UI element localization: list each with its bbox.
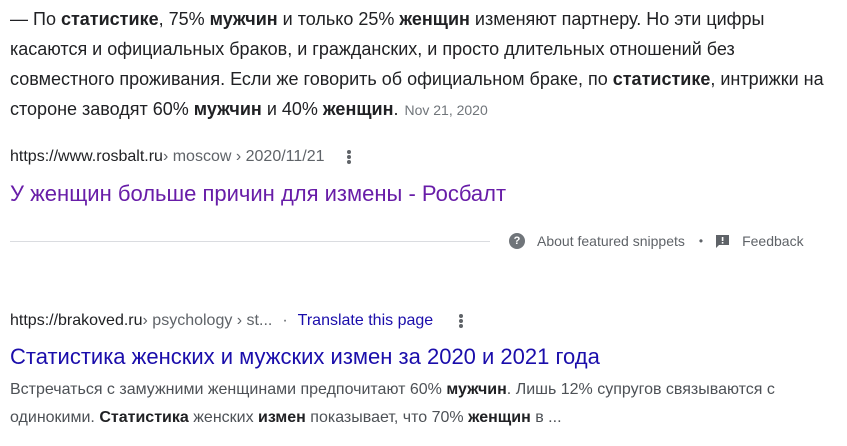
desc-text-part: Встречаться с замужними женщинами предпо… [10, 381, 447, 398]
more-vert-icon[interactable] [459, 314, 464, 328]
snippet-bold-term: мужчин [209, 9, 278, 29]
snippet-text-part: — По [10, 9, 61, 29]
featured-snippet-text: — По статистике, 75% мужчин и только 25%… [10, 4, 830, 125]
desc-text-part: показывает, что 70% [305, 409, 469, 426]
snippet-bold-term: статистике [60, 9, 159, 29]
snippet-bold-term: женщин [322, 99, 394, 119]
cite-separator: · [282, 312, 288, 329]
desc-bold-term: мужчин [446, 381, 507, 398]
snippet-title-link[interactable]: У женщин больше причин для измены - Росб… [10, 180, 506, 208]
desc-bold-term: измен [258, 409, 306, 426]
cite-domain: https://www.rosbalt.ru [10, 148, 163, 165]
footer-separator: • [698, 234, 704, 248]
feedback-flag-icon [716, 234, 730, 248]
desc-text-part: женских [188, 409, 259, 426]
about-featured-snippets-link[interactable]: About featured snippets [537, 233, 685, 249]
snippet-cite[interactable]: https://www.rosbalt.ru › moscow › 2020/1… [10, 148, 351, 166]
translate-page-link[interactable]: Translate this page [298, 312, 433, 330]
divider [10, 241, 490, 242]
feedback-link[interactable]: Feedback [742, 233, 803, 249]
desc-bold-term: Статистика [99, 409, 189, 426]
desc-bold-term: женщин [468, 409, 531, 426]
snippet-footer: ? About featured snippets • Feedback [509, 233, 804, 249]
snippet-bold-term: статистике [612, 69, 711, 89]
cite-path: › psychology › st... [142, 312, 273, 329]
cite-domain: https://brakoved.ru [10, 312, 143, 329]
desc-text-part: в ... [530, 409, 562, 426]
question-circle-icon: ? [509, 233, 525, 249]
result-cite[interactable]: https://brakoved.ru › psychology › st...… [10, 312, 464, 330]
snippet-bold-term: женщин [399, 9, 470, 29]
snippet-text-part: и только 25% [277, 9, 400, 29]
snippet-bold-term: мужчин [193, 99, 262, 119]
snippet-date: Nov 21, 2020 [404, 102, 488, 118]
result-description: Встречаться с замужними женщинами предпо… [10, 376, 830, 432]
snippet-text-part: , 75% [158, 9, 210, 29]
more-vert-icon[interactable] [346, 150, 351, 164]
cite-path: › moscow › 2020/11/21 [162, 148, 325, 165]
snippet-text-part: . [393, 99, 399, 119]
result-title-link[interactable]: Статистика женских и мужских измен за 20… [10, 343, 600, 371]
snippet-text-part: и 40% [261, 99, 323, 119]
